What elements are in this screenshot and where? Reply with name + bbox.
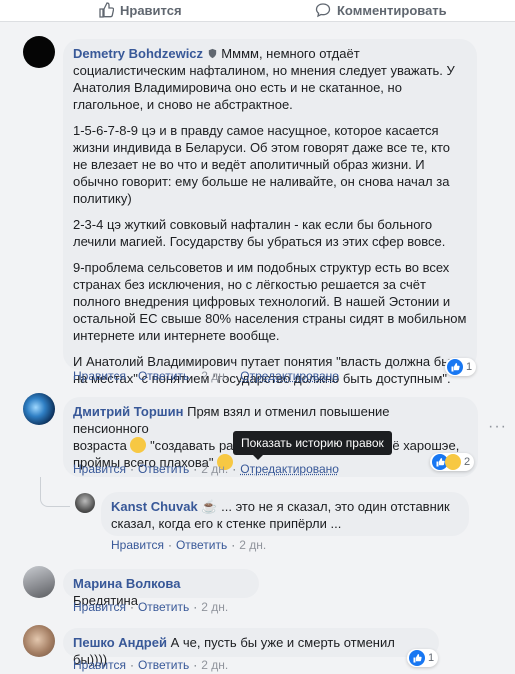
comment-actions: Нравится · Ответить · 2 дн. · Отредактирова… [73,369,339,383]
comment-text: возраста [73,438,127,453]
avatar[interactable] [23,566,55,598]
timestamp[interactable]: 2 дн. [201,462,228,476]
comment-author[interactable]: Марина Волкова [73,576,180,591]
timestamp[interactable]: 2 дн. [201,600,228,614]
timestamp[interactable]: 2 дн. [201,369,228,383]
comment-author[interactable]: Kanst Chuvak [111,499,198,514]
comment-author[interactable]: Demetry Bohdzewicz [73,46,203,61]
reply-link[interactable]: Ответить [138,369,189,383]
post-action-bar: Нравится Комментировать [0,0,515,22]
reply-thread-line [40,477,70,507]
like-link[interactable]: Нравится [111,538,164,552]
grimace-emoji-icon [130,437,147,453]
reaction-count: 1 [428,652,435,664]
avatar[interactable] [23,36,55,68]
edited-link[interactable]: Отредактировано [240,462,339,476]
like-button-label: Нравится [120,2,182,18]
haha-reaction-icon [445,454,461,470]
timestamp[interactable]: 2 дн. [201,658,228,672]
verified-shield-icon [208,48,216,59]
reply-link[interactable]: Ответить [138,462,189,476]
timestamp[interactable]: 2 дн. [239,538,266,552]
edited-link[interactable]: Отредактировано [240,369,339,383]
reply-link[interactable]: Ответить [138,600,189,614]
comment-button-label: Комментировать [337,2,447,18]
reaction-summary[interactable]: 2 [430,453,475,471]
like-button[interactable]: Нравится [98,0,182,20]
comment-bubble: Kanst Chuvak ☕ ... это не я сказал, это … [101,492,469,536]
more-options-icon[interactable]: ··· [488,418,507,436]
comments-section: Demetry Bohdzewicz Мммм, немного отдаёт … [0,22,515,674]
comment-actions: Нравится · Ответить · 2 дн. · Отредактирова… [73,462,339,476]
like-link[interactable]: Нравится [73,369,126,383]
like-reaction-icon [447,359,463,375]
comment-actions: Нравится · Ответить · 2 дн. [73,658,229,672]
avatar[interactable] [23,625,55,657]
reply-link[interactable]: Ответить [138,658,189,672]
like-link[interactable]: Нравится [73,658,126,672]
like-reaction-icon [409,650,425,666]
comment-text: 9-проблема сельсоветов и им подобных стр… [73,260,467,343]
comment-bubble: Марина Волкова Бредятина [63,569,259,608]
comment-button[interactable]: Комментировать [315,0,447,20]
avatar[interactable] [23,393,55,425]
comment-actions: Нравится · Ответить · 2 дн. [111,538,267,552]
comment-bubble: Demetry Bohdzewicz Мммм, немного отдаёт … [63,39,477,386]
comment-bubble: Пешко Андрей А че, пусть бы уже и смерть… [63,628,439,667]
comment-text: 2-3-4 цэ жуткий совковый нафталин - как … [73,217,446,249]
comment-icon [315,3,331,18]
like-link[interactable]: Нравится [73,462,126,476]
thumbs-up-icon [99,2,114,18]
comment-text: ... это не я сказал, это один отставник [221,499,450,514]
comment-author[interactable]: Пешко Андрей [73,635,167,650]
comment-author[interactable]: Дмитрий Торшин [73,404,183,419]
edit-history-tooltip: Показать историю правок [233,431,392,460]
reaction-count: 1 [466,361,473,373]
reaction-summary[interactable]: 1 [407,649,439,667]
like-link[interactable]: Нравится [73,600,126,614]
avatar[interactable] [75,493,95,513]
reaction-count: 2 [464,456,471,468]
comment-text: сказал, когда его к стенке припёрли ... [111,516,342,531]
comment-actions: Нравится · Ответить · 2 дн. [73,600,229,614]
reply-link[interactable]: Ответить [176,538,227,552]
coffee-emoji-icon: ☕ [201,499,218,514]
comment-text: 1-5-6-7-8-9 цэ и в правду самое насущное… [73,123,450,206]
reaction-summary[interactable]: 1 [445,358,477,376]
